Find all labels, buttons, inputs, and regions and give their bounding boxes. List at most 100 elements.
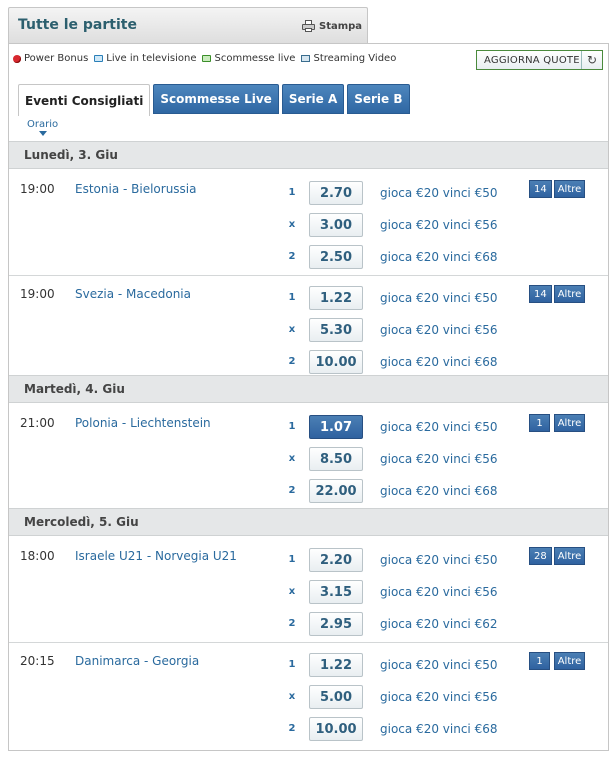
sort-label: Orario bbox=[27, 119, 59, 130]
refresh-odds-label: AGGIORNA QUOTE bbox=[484, 54, 580, 66]
selection-row: x 3.15 gioca €20 vinci €56 bbox=[9, 580, 608, 604]
printer-icon bbox=[302, 20, 315, 32]
selection-label: 2 bbox=[288, 723, 296, 734]
event-row: 21:00 Polonia - Liechtenstein 1 1.07 gioca €… bbox=[9, 405, 608, 509]
header-tab: Tutte le partite Stampa bbox=[8, 7, 368, 43]
more-markets-count-badge[interactable]: 28 bbox=[529, 547, 552, 565]
more-markets-button[interactable]: Altre bbox=[554, 285, 585, 303]
selection-row: 1 1.07 gioca €20 vinci €50 bbox=[9, 415, 608, 439]
tab-eventi-consigliati[interactable]: Eventi Consigliati bbox=[18, 84, 151, 116]
tab-serie-b[interactable]: Serie B bbox=[347, 84, 410, 114]
more-markets-count-badge[interactable]: 1 bbox=[529, 652, 550, 670]
odds-button[interactable]: 2.95 bbox=[309, 612, 363, 636]
selection-label: 1 bbox=[288, 554, 296, 565]
selection-row: 2 10.00 gioca €20 vinci €68 bbox=[9, 350, 608, 374]
tv-icon bbox=[94, 55, 104, 62]
day-header: Lunedì, 3. Giu bbox=[9, 141, 608, 169]
selection-label: 1 bbox=[288, 292, 296, 303]
tab-serie-a[interactable]: Serie A bbox=[281, 84, 345, 114]
page-title: Tutte le partite bbox=[18, 17, 137, 33]
more-markets-count-badge[interactable]: 1 bbox=[529, 414, 550, 432]
more-markets-count-badge[interactable]: 14 bbox=[529, 180, 552, 198]
events-panel: Power Bonus Live in televisione Scommess… bbox=[8, 43, 609, 751]
selection-row: x 3.00 gioca €20 vinci €56 bbox=[9, 213, 608, 237]
payout-link[interactable]: gioca €20 vinci €56 bbox=[380, 218, 497, 232]
payout-link[interactable]: gioca €20 vinci €68 bbox=[380, 722, 497, 736]
odds-button[interactable]: 22.00 bbox=[309, 479, 363, 503]
selection-row: 2 2.50 gioca €20 vinci €68 bbox=[9, 245, 608, 269]
selection-row: x 8.50 gioca €20 vinci €56 bbox=[9, 447, 608, 471]
payout-link[interactable]: gioca €20 vinci €62 bbox=[380, 617, 497, 631]
print-button[interactable]: Stampa bbox=[302, 20, 362, 32]
more-markets-button[interactable]: Altre bbox=[554, 547, 585, 565]
odds-button[interactable]: 8.50 bbox=[309, 447, 363, 471]
selection-label: 2 bbox=[288, 251, 296, 262]
selection-row: 2 2.95 gioca €20 vinci €62 bbox=[9, 612, 608, 636]
legend-power-bonus: Power Bonus bbox=[13, 53, 88, 64]
more-markets-button[interactable]: Altre bbox=[554, 652, 585, 670]
selection-label: 2 bbox=[288, 356, 296, 367]
more-markets-button[interactable]: Altre bbox=[554, 414, 585, 432]
legend-label: Live in televisione bbox=[106, 53, 197, 64]
selection-label: x bbox=[288, 691, 296, 702]
odds-button[interactable]: 3.00 bbox=[309, 213, 363, 237]
legend-label: Power Bonus bbox=[24, 53, 89, 64]
selection-row: x 5.30 gioca €20 vinci €56 bbox=[9, 318, 608, 342]
odds-button[interactable]: 1.22 bbox=[309, 286, 363, 310]
selection-label: 2 bbox=[288, 485, 296, 496]
sort-arrow-icon bbox=[38, 131, 47, 136]
selection-label: 2 bbox=[288, 618, 296, 629]
payout-link[interactable]: gioca €20 vinci €50 bbox=[380, 291, 497, 305]
legend-live: Scommesse live bbox=[202, 53, 295, 64]
tab-bar: Eventi Consigliati Scommesse Live Serie … bbox=[18, 84, 410, 116]
odds-button[interactable]: 1.22 bbox=[309, 653, 363, 677]
odds-button[interactable]: 1.07 bbox=[309, 415, 363, 439]
legend-label: Scommesse live bbox=[214, 53, 296, 64]
payout-link[interactable]: gioca €20 vinci €56 bbox=[380, 690, 497, 704]
event-row: 19:00 Estonia - Bielorussia 1 2.70 gioca €20… bbox=[9, 171, 608, 276]
streaming-icon bbox=[301, 55, 311, 62]
odds-button[interactable]: 3.15 bbox=[309, 580, 363, 604]
payout-link[interactable]: gioca €20 vinci €50 bbox=[380, 420, 497, 434]
odds-button[interactable]: 10.00 bbox=[309, 350, 363, 374]
selection-label: x bbox=[288, 324, 296, 335]
odds-button[interactable]: 5.30 bbox=[309, 318, 363, 342]
legend-label: Streaming Video bbox=[313, 53, 397, 64]
refresh-icon: ↻ bbox=[586, 53, 598, 67]
more-markets-button[interactable]: Altre bbox=[554, 180, 585, 198]
selection-row: 2 10.00 gioca €20 vinci €68 bbox=[9, 717, 608, 741]
more-markets-count-badge[interactable]: 14 bbox=[529, 285, 552, 303]
odds-button[interactable]: 2.70 bbox=[309, 181, 363, 205]
payout-link[interactable]: gioca €20 vinci €68 bbox=[380, 355, 497, 369]
selection-row: 1 2.70 gioca €20 vinci €50 bbox=[9, 181, 608, 205]
print-label: Stampa bbox=[319, 20, 363, 32]
selection-label: x bbox=[288, 586, 296, 597]
selection-label: x bbox=[288, 453, 296, 464]
sort-by-time[interactable]: Orario bbox=[27, 119, 58, 136]
payout-link[interactable]: gioca €20 vinci €56 bbox=[380, 585, 497, 599]
selection-label: 1 bbox=[288, 659, 296, 670]
payout-link[interactable]: gioca €20 vinci €50 bbox=[380, 553, 497, 567]
selection-row: 2 22.00 gioca €20 vinci €68 bbox=[9, 479, 608, 503]
selection-row: x 5.00 gioca €20 vinci €56 bbox=[9, 685, 608, 709]
odds-button[interactable]: 2.20 bbox=[309, 548, 363, 572]
payout-link[interactable]: gioca €20 vinci €68 bbox=[380, 484, 497, 498]
legend: Power Bonus Live in televisione Scommess… bbox=[13, 53, 402, 64]
odds-button[interactable]: 10.00 bbox=[309, 717, 363, 741]
payout-link[interactable]: gioca €20 vinci €56 bbox=[380, 452, 497, 466]
odds-button[interactable]: 2.50 bbox=[309, 245, 363, 269]
selection-label: 1 bbox=[288, 421, 296, 432]
live-bet-icon bbox=[202, 55, 212, 62]
event-row: 18:00 Israele U21 - Norvegia U21 1 2.20 gioc… bbox=[9, 538, 608, 643]
refresh-odds-button[interactable]: AGGIORNA QUOTE ↻ bbox=[476, 50, 603, 70]
payout-link[interactable]: gioca €20 vinci €56 bbox=[380, 323, 497, 337]
payout-link[interactable]: gioca €20 vinci €68 bbox=[380, 250, 497, 264]
legend-streaming: Streaming Video bbox=[301, 53, 396, 64]
power-bonus-icon bbox=[13, 54, 21, 63]
tab-scommesse-live[interactable]: Scommesse Live bbox=[153, 84, 279, 114]
selection-label: 1 bbox=[288, 187, 296, 198]
payout-link[interactable]: gioca €20 vinci €50 bbox=[380, 186, 497, 200]
odds-button[interactable]: 5.00 bbox=[309, 685, 363, 709]
payout-link[interactable]: gioca €20 vinci €50 bbox=[380, 658, 497, 672]
legend-tv: Live in televisione bbox=[94, 53, 196, 64]
